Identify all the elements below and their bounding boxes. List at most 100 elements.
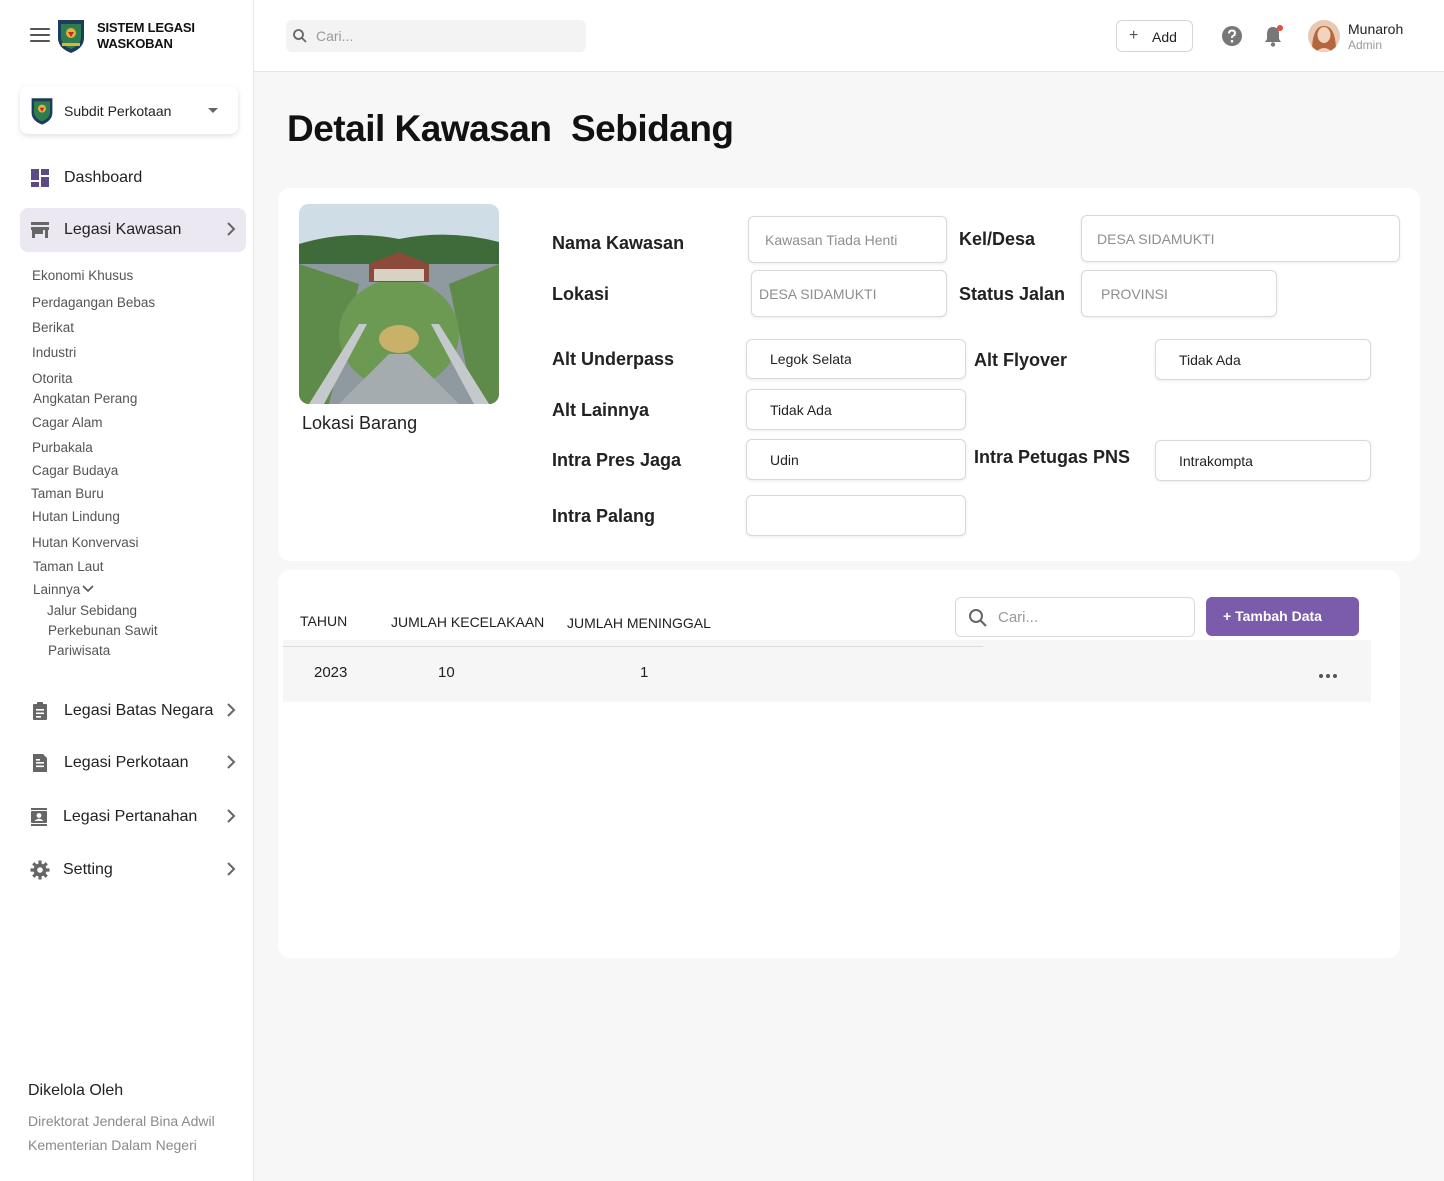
label-intra-palang: Intra Palang <box>552 506 656 526</box>
input-alt-underpass[interactable]: Legok Selatan <box>746 339 966 379</box>
cell-jumlah-kecelakaan: 10 <box>438 664 455 681</box>
plus-icon: + <box>1129 27 1139 44</box>
label-intra-petugas-pns: Intra Petugas PNS <box>974 447 1131 467</box>
nav-legasi-pertanahan-label: Legasi Pertanahan <box>63 808 198 825</box>
input-status-jalan-value: PROVINSI <box>1101 285 1168 302</box>
nav-legasi-pertanahan[interactable]: Legasi Pertanahan <box>20 795 246 839</box>
input-kel-desa-value: DESA SIDAMUKTI <box>1097 230 1215 247</box>
nav-setting-label: Setting <box>63 861 113 878</box>
dashboard-icon <box>30 168 50 188</box>
sub-item-cagar-alam[interactable]: Cagar Alam <box>32 415 103 430</box>
nav-legasi-kawasan-label: Legasi Kawasan <box>64 221 182 238</box>
input-alt-flyover[interactable]: Tidak Ada <box>1155 339 1371 380</box>
label-kel-desa: Kel/Desa <box>959 229 1036 249</box>
input-lokasi-value: DESA SIDAMUKTI <box>759 285 877 302</box>
app-brand: SISTEM LEGASI WASKOBAN <box>97 20 195 52</box>
input-intra-petugas-pns[interactable]: Intrakompta <box>1155 440 1371 481</box>
sub-item-industri[interactable]: Industri <box>32 345 76 360</box>
add-button[interactable]: + Add <box>1116 20 1193 52</box>
nav-legasi-perkotaan-label: Legasi Perkotaan <box>64 754 189 771</box>
tambah-data-button[interactable]: + Tambah Data <box>1206 597 1359 636</box>
sub-item-perkebunan-sawit[interactable]: Perkebunan Sawit <box>48 623 158 638</box>
input-intra-petugas-pns-value: Intrakompta <box>1179 452 1253 469</box>
org-selector-label: Subdit Perkotaan <box>64 103 172 119</box>
nav-dashboard-label: Dashboard <box>64 169 143 186</box>
user-name: Munaroh <box>1348 21 1404 37</box>
table-search-box[interactable]: Cari... <box>955 597 1195 637</box>
nav-legasi-batas-negara-label: Legasi Batas Negara <box>64 702 214 719</box>
help-icon[interactable] <box>1221 25 1243 52</box>
sub-item-purbakala[interactable]: Purbakala <box>32 440 93 455</box>
nav-legasi-batas-negara[interactable]: Legasi Batas Negara <box>20 689 246 733</box>
chevron-right-icon <box>226 808 236 829</box>
page-title: Detail Kawasan Sebidang <box>287 108 734 149</box>
input-intra-pres-jaga[interactable]: Udin <box>746 439 966 480</box>
input-intra-palang[interactable] <box>746 495 966 536</box>
search-icon <box>293 29 307 43</box>
input-kel-desa[interactable]: DESA SIDAMUKTI <box>1081 215 1400 262</box>
managed-by-line-1: Direktorat Jenderal Bina Adwil <box>28 1113 215 1129</box>
input-intra-pres-jaga-value: Udin <box>770 451 799 468</box>
label-intra-pres-jaga: Intra Pres Jaga <box>552 450 682 470</box>
input-nama-kawasan[interactable]: Kawasan Tiada Henti <box>748 216 947 263</box>
logo-emblem <box>56 18 86 54</box>
sub-item-angkatan-perang[interactable]: Angkatan Perang <box>33 391 137 406</box>
cell-tahun: 2023 <box>314 664 348 681</box>
sub-item-pariwisata[interactable]: Pariwisata <box>48 643 110 658</box>
table-header-tahun: TAHUN <box>300 613 348 629</box>
nav-dashboard[interactable]: Dashboard <box>20 156 246 200</box>
chevron-right-icon <box>226 221 236 242</box>
gear-icon <box>30 860 50 880</box>
managed-by-line-2: Kementerian Dalam Negeri <box>28 1137 197 1153</box>
sub-item-hutan-lindung[interactable]: Hutan Lindung <box>32 509 120 524</box>
sub-item-ekonomi-khusus[interactable]: Ekonomi Khusus <box>32 268 133 283</box>
input-status-jalan[interactable]: PROVINSI <box>1081 270 1277 317</box>
chevron-right-icon <box>226 861 236 882</box>
chevron-right-icon <box>226 702 236 723</box>
sub-item-taman-laut[interactable]: Taman Laut <box>33 559 104 574</box>
menu-icon[interactable] <box>30 28 50 44</box>
input-alt-flyover-value: Tidak Ada <box>1179 351 1241 368</box>
notification-bell-icon[interactable] <box>1262 24 1284 53</box>
clipboard-icon <box>30 701 50 721</box>
label-nama-kawasan: Nama Kawasan <box>552 233 685 253</box>
user-role: Admin <box>1348 38 1383 52</box>
sub-item-taman-buru[interactable]: Taman Buru <box>31 486 104 501</box>
user-avatar[interactable] <box>1308 20 1340 52</box>
label-alt-flyover: Alt Flyover <box>974 350 1068 370</box>
location-photo <box>299 204 499 404</box>
label-lokasi: Lokasi <box>552 284 610 304</box>
sub-item-jalur-sebidang[interactable]: Jalur Sebidang <box>47 603 137 618</box>
top-search-box[interactable]: Cari... <box>286 20 586 52</box>
org-logo-icon <box>30 96 54 126</box>
sub-item-cagar-budaya[interactable]: Cagar Budaya <box>32 463 118 478</box>
sub-item-perdagangan-bebas[interactable]: Perdagangan Bebas <box>32 295 155 310</box>
chevron-down-icon <box>82 585 94 593</box>
nav-legasi-kawasan[interactable]: Legasi Kawasan <box>20 208 246 252</box>
nav-legasi-perkotaan[interactable]: Legasi Perkotaan <box>20 741 246 785</box>
sidebar: SISTEM LEGASI WASKOBAN Subdit Perkotaan … <box>0 0 254 1181</box>
sub-item-lainnya[interactable]: Lainnya <box>33 582 94 597</box>
input-lokasi[interactable]: DESA SIDAMUKTI <box>751 270 947 317</box>
sub-item-berikat[interactable]: Berikat <box>32 320 74 335</box>
contact-icon <box>29 807 49 827</box>
photo-caption: Lokasi Barang <box>302 413 418 433</box>
brand-line-2: WASKOBAN <box>97 36 173 51</box>
table-header-jumlah-kecelakaan: JUMLAH KECELAKAAN <box>391 614 545 630</box>
input-nama-kawasan-value: Kawasan Tiada Henti <box>765 231 898 248</box>
managed-by-title: Dikelola Oleh <box>28 1082 124 1099</box>
sub-item-hutan-konvervasi[interactable]: Hutan Konvervasi <box>32 535 139 550</box>
store-icon <box>30 220 50 240</box>
document-icon <box>30 753 50 773</box>
more-options-icon[interactable] <box>1318 666 1338 684</box>
org-selector[interactable]: Subdit Perkotaan <box>20 86 238 134</box>
table-header-jumlah-meninggal: JUMLAH MENINGGAL <box>567 615 711 631</box>
input-alt-lainnya[interactable]: Tidak Ada <box>746 389 966 430</box>
brand-line-1: SISTEM LEGASI <box>97 20 195 35</box>
add-button-label: Add <box>1152 29 1177 45</box>
nav-setting[interactable]: Setting <box>20 848 246 892</box>
cell-jumlah-meninggal: 1 <box>640 664 649 681</box>
sub-item-otorita[interactable]: Otorita <box>32 371 73 386</box>
table-search-placeholder: Cari... <box>998 609 1039 626</box>
top-search-placeholder: Cari... <box>316 28 354 44</box>
